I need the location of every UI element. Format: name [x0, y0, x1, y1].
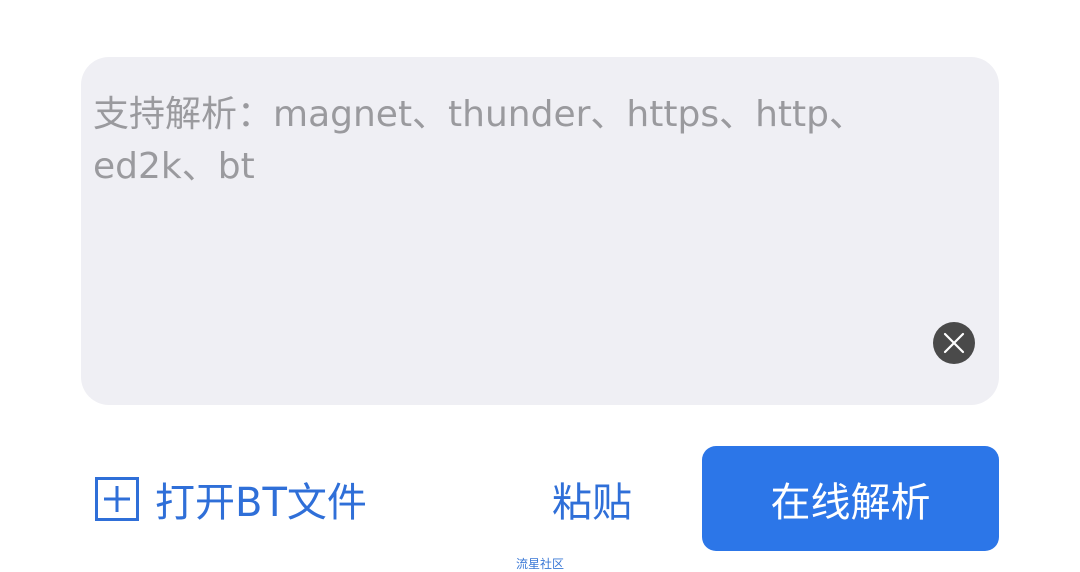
link-input[interactable] — [81, 57, 999, 405]
open-bt-file-button[interactable]: 打开BT文件 — [95, 470, 367, 528]
online-parse-button[interactable]: 在线解析 — [702, 446, 999, 551]
close-icon — [943, 332, 965, 354]
open-bt-file-label: 打开BT文件 — [155, 480, 367, 526]
plus-box-icon — [95, 477, 139, 521]
paste-button[interactable]: 粘贴 — [552, 470, 632, 528]
link-input-panel — [81, 57, 999, 405]
watermark-text: 流星社区 — [515, 557, 564, 571]
clear-input-button[interactable] — [933, 322, 975, 364]
